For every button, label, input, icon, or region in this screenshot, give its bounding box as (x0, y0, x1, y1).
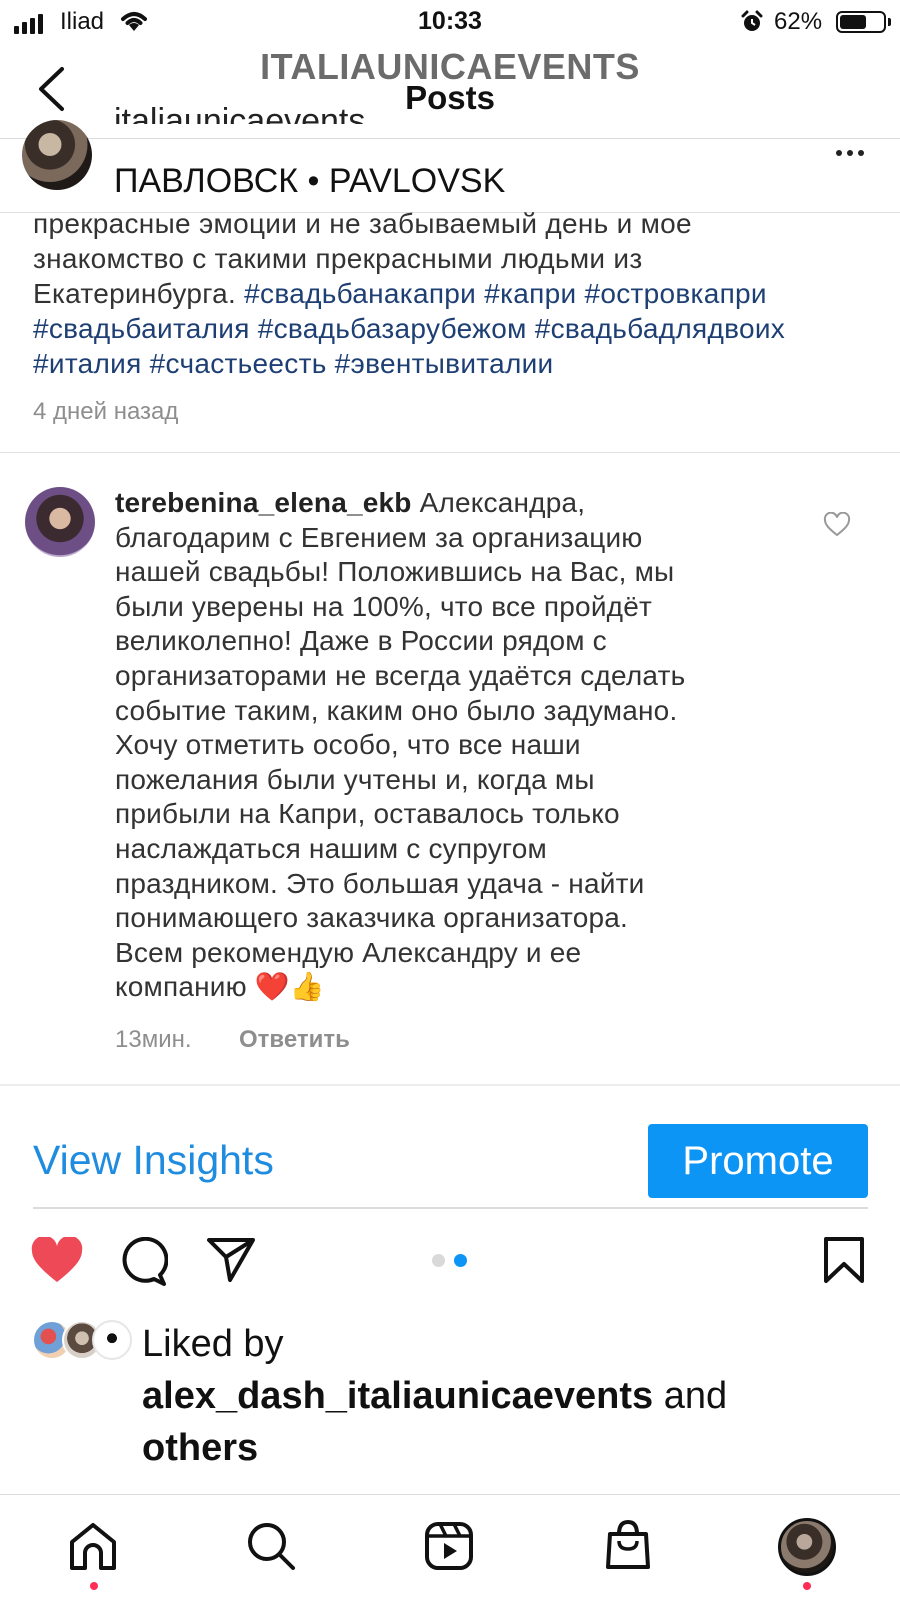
more-icon[interactable] (836, 150, 864, 156)
comment-line-text: Всем рекомендую Александру и ее (115, 936, 582, 968)
caption-line: знакомство с такими прекрасными людьми и… (33, 241, 883, 276)
header-divider (0, 138, 900, 139)
comment-line-text: благодарим с Евгением за организацию (115, 521, 643, 553)
comment-line-text: великолепно! Даже в России рядом с (115, 625, 607, 657)
comment-like-icon[interactable] (823, 512, 851, 538)
battery-percent: 62% (774, 8, 823, 35)
promote-button[interactable]: Promote (648, 1124, 868, 1198)
hashtag-link[interactable]: #италия #счастьеесть #эвентывиталии (33, 348, 554, 379)
comment-line: праздником. Это большая удача - найти (115, 867, 815, 902)
caption-line: #италия #счастьеесть #эвентывиталии (33, 346, 883, 381)
screenshot-divider (0, 1084, 900, 1086)
liker-avatar (92, 1320, 132, 1360)
comment-time: 13мин. (115, 1026, 192, 1053)
caption-line: #свадьбаиталия #свадьбазарубежом #свадьб… (33, 311, 883, 346)
comment-line-text: пожелания были учтены и, когда мы (115, 763, 595, 795)
post-caption: прекрасные эмоции и не забываемый день и… (33, 206, 883, 381)
post-location[interactable]: ПАВЛОВСК • PAVLOVSK (114, 162, 505, 201)
comment-line: Всем рекомендую Александру и ее (115, 936, 815, 971)
heart-icon[interactable] (30, 1237, 84, 1285)
caption-text: Екатеринбурга. (33, 278, 245, 309)
caption-line: Екатеринбурга. #свадьбанакапри #капри #о… (33, 276, 883, 311)
liked-by-prefix: Liked by (142, 1323, 284, 1365)
carousel-dot-2 (454, 1254, 467, 1267)
reply-button[interactable]: Ответить (239, 1026, 350, 1054)
caption-text: прекрасные эмоции и не забываемый день и… (33, 208, 692, 239)
carousel-dot-1 (432, 1254, 445, 1267)
comment-line: великолепно! Даже в России рядом с (115, 624, 815, 659)
hashtag-link[interactable]: #свадьбанакапри #капри #островкапри (244, 278, 767, 309)
actions-divider (33, 1207, 868, 1209)
status-bar: Iliad 10:33 62% (0, 0, 900, 46)
comment-line-text: праздником. Это большая удача - найти (115, 867, 645, 899)
comment-avatar[interactable] (25, 487, 95, 557)
comment-icon[interactable] (118, 1237, 168, 1287)
post-avatar[interactable] (22, 120, 92, 190)
caption-line: прекрасные эмоции и не забываемый день и… (33, 206, 883, 241)
comment-line-text: Александра, (411, 487, 586, 518)
view-insights-link[interactable]: View Insights (33, 1137, 274, 1184)
liked-by-text: Liked by alex_dash_italiaunicaevents and… (142, 1318, 882, 1474)
liker-avatars[interactable] (32, 1320, 132, 1362)
post-time-ago: 4 дней назад (33, 398, 179, 425)
comment-line: прибыли на Капри, оставалось только (115, 797, 815, 832)
nav-divider (0, 1494, 900, 1495)
liked-by-others[interactable]: others (142, 1427, 258, 1469)
save-icon[interactable] (822, 1236, 866, 1284)
liked-by-user[interactable]: alex_dash_italiaunicaevents (142, 1375, 653, 1417)
home-icon[interactable] (67, 1521, 119, 1573)
reels-icon[interactable] (424, 1521, 474, 1571)
comment-line-text: организаторами не всегда удаётся сделать (115, 659, 686, 691)
comment-line: terebenina_elena_ekb Александра, (115, 486, 815, 521)
search-icon[interactable] (245, 1520, 297, 1572)
comment-line-text: событие таким, каким оно было задумано. (115, 694, 678, 726)
profile-notification-dot (803, 1582, 811, 1590)
hashtag-link[interactable]: #свадьбаиталия #свадьбазарубежом #свадьб… (33, 313, 785, 344)
comment-line: пожелания были учтены и, когда мы (115, 763, 815, 798)
battery-fill (840, 15, 866, 29)
clock: 10:33 (418, 7, 482, 35)
comment-line-text: прибыли на Капри, оставалось только (115, 798, 620, 830)
comment-line: благодарим с Евгением за организацию (115, 521, 815, 556)
section-divider (0, 452, 900, 453)
comment-line: организаторами не всегда удаётся сделать (115, 659, 815, 694)
comment-line: компанию ❤️👍 (115, 970, 815, 1005)
comment-line: были уверены на 100%, что все пройдёт (115, 590, 815, 625)
share-icon[interactable] (206, 1236, 256, 1284)
shop-icon[interactable] (604, 1519, 652, 1571)
battery-icon (836, 11, 886, 33)
profile-tab-avatar[interactable] (778, 1518, 836, 1576)
comment-line: наслаждаться нашим с супругом (115, 832, 815, 867)
comment-username[interactable]: terebenina_elena_ekb (115, 487, 412, 518)
caption-text: знакомство с такими прекрасными людьми и… (33, 243, 643, 274)
comment-line: Хочу отметить особо, что все наши (115, 728, 815, 763)
battery-tip (888, 18, 891, 26)
comment-line-text: наслаждаться нашим с супругом (115, 832, 547, 864)
comment-text: terebenina_elena_ekb Александра, благодар… (115, 486, 815, 1005)
comment-line-text: Хочу отметить особо, что все наши (115, 729, 581, 761)
comment-line-text: компанию ❤️👍 (115, 971, 325, 1003)
comment-line-text: понимающего заказчика организатора. (115, 902, 629, 934)
comment-line-text: были уверены на 100%, что все пройдёт (115, 590, 652, 622)
post-username[interactable]: italiaunicaevents (114, 96, 365, 124)
comment-line-text: нашей свадьбы! Положившись на Вас, мы (115, 556, 675, 588)
comment-line: понимающего заказчика организатора. (115, 901, 815, 936)
home-notification-dot (90, 1582, 98, 1590)
liked-by-and: and (653, 1375, 728, 1417)
alarm-icon (741, 10, 763, 31)
comment-line: нашей свадьбы! Положившись на Вас, мы (115, 555, 815, 590)
comment-line: событие таким, каким оно было задумано. (115, 694, 815, 729)
